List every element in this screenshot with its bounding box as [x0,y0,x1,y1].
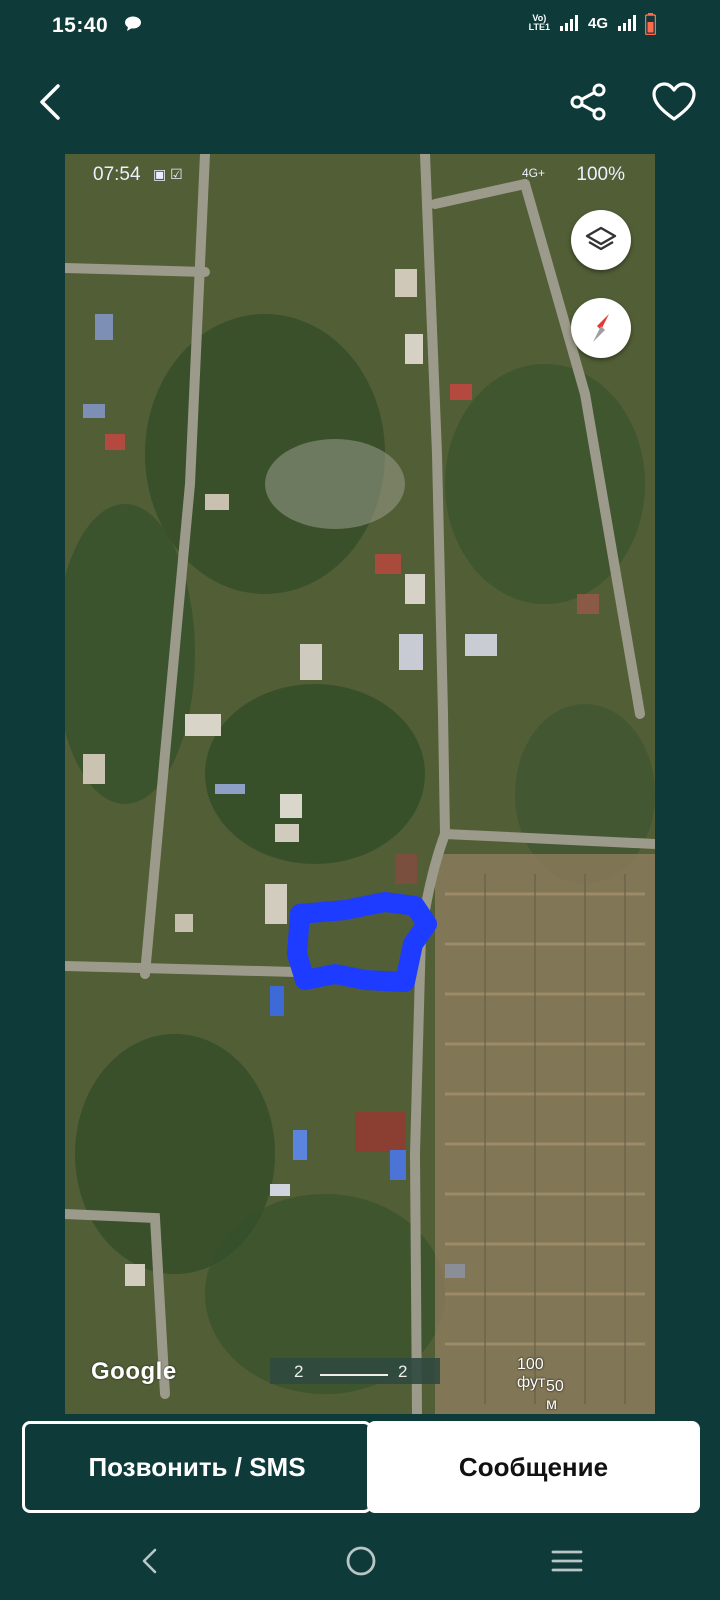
map-scale: 2 2 100 фут 50 м [270,1356,564,1413]
scale-left-value: 2 [294,1362,304,1381]
embedded-status-bar: 07:54 ▣ ☑ 4G+ 100% [65,162,655,190]
signal-icon [559,15,578,31]
status-bar: 15:40 Vo) LTE1 4G [0,0,720,52]
scale-meters-label: 50 м [546,1378,564,1413]
share-icon[interactable] [566,80,610,124]
signal-icon-2 [618,15,636,31]
layers-icon [585,226,617,251]
system-nav-bar [0,1530,720,1600]
nav-recent-icon[interactable] [550,1546,584,1576]
scale-feet-label: 100 фут [517,1356,546,1391]
status-indicators: Vo) LTE1 4G [529,14,664,32]
compass-button[interactable] [571,298,631,358]
network-label: 4G [587,14,608,32]
status-time: 15:40 [52,14,109,37]
layers-button[interactable] [571,210,631,270]
satellite-map-image [65,154,655,1414]
nav-back-icon[interactable] [136,1546,166,1576]
volte-label: Vo) LTE1 [528,13,550,32]
message-button[interactable]: Сообщение [367,1421,700,1513]
listing-photo-map[interactable]: 07:54 ▣ ☑ 4G+ 100% Google 2 2 100 фут 50… [65,154,655,1414]
call-sms-button[interactable]: Позвонить / SMS [22,1421,372,1513]
embedded-signal-label: 4G+ [521,166,545,180]
nav-home-icon[interactable] [344,1544,378,1578]
message-icon [125,16,141,31]
back-arrow-icon[interactable] [30,80,74,124]
scale-line [320,1374,388,1376]
embedded-time: 07:54 [93,164,141,185]
top-app-bar [0,62,720,142]
heart-icon[interactable] [650,78,698,126]
embedded-notification-icons: ▣ ☑ [153,166,183,182]
google-logo: Google [91,1358,177,1385]
scale-bar: 2 2 [270,1358,440,1384]
embedded-battery-percent: 100% [576,164,625,185]
compass-icon [593,314,609,342]
battery-icon [645,13,656,35]
scale-right-value: 2 [398,1362,408,1381]
